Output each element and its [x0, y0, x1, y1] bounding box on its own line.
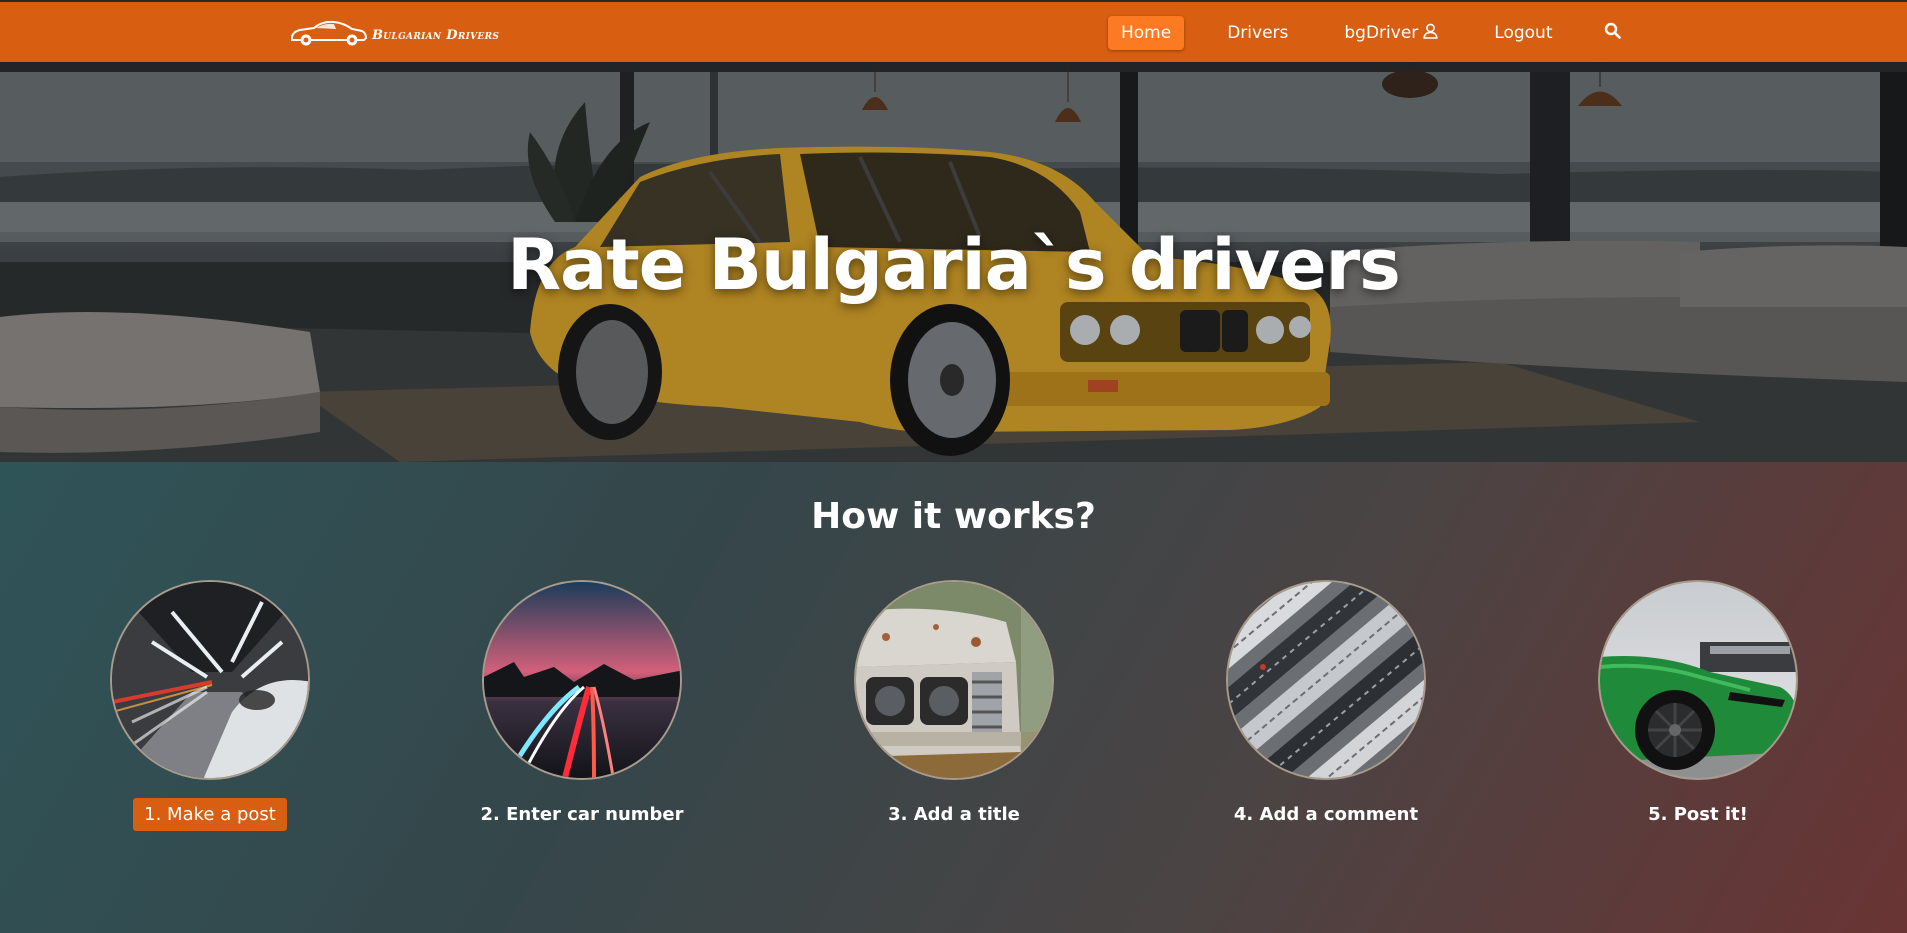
step-card: 5. Post it! [1578, 580, 1818, 831]
nav-link-label: Drivers [1227, 23, 1289, 43]
step-image-parking-lot [1226, 580, 1426, 780]
nav-link-profile[interactable]: bgDriver [1331, 16, 1451, 51]
step-card: 1. Make a post [90, 580, 330, 831]
step-image-old-car [854, 580, 1054, 780]
search-icon [1604, 22, 1621, 44]
nav-link-label: bgDriver [1344, 23, 1419, 43]
nav-links: Home Drivers bgDriver Logout [1108, 15, 1629, 51]
nav-link-label: Home [1121, 23, 1172, 43]
user-icon [1423, 23, 1438, 44]
nav-link-logout[interactable]: Logout [1481, 16, 1565, 50]
step-label: 5. Post it! [1648, 804, 1748, 825]
navbar: Bulgarian Drivers Home Drivers bgDriver … [0, 0, 1907, 62]
step-image-green-car [1598, 580, 1798, 780]
step-label[interactable]: 1. Make a post [133, 798, 287, 831]
nav-link-label: Logout [1494, 23, 1553, 43]
step-label: 2. Enter car number [480, 804, 684, 825]
search-button[interactable] [1596, 15, 1629, 51]
brand-logo-link[interactable]: Bulgarian Drivers [288, 18, 499, 52]
step-image-tunnel [110, 580, 310, 780]
nav-link-drivers[interactable]: Drivers [1214, 16, 1301, 50]
car-logo-icon [288, 18, 368, 52]
step-card: 3. Add a title [834, 580, 1074, 831]
hero-title: Rate Bulgaria`s drivers [507, 224, 1401, 306]
section-title: How it works? [811, 496, 1096, 537]
step-image-highway-lights [482, 580, 682, 780]
brand-name: Bulgarian Drivers [372, 27, 500, 43]
step-label: 4. Add a comment [1233, 804, 1419, 825]
how-it-works-section: How it works? 1. Make a post 2. Enter ca… [0, 462, 1907, 933]
step-card: 2. Enter car number [462, 580, 702, 831]
step-card: 4. Add a comment [1206, 580, 1446, 831]
hero-banner: Rate Bulgaria`s drivers [0, 62, 1907, 462]
nav-link-home[interactable]: Home [1108, 16, 1185, 50]
step-label: 3. Add a title [888, 804, 1020, 825]
